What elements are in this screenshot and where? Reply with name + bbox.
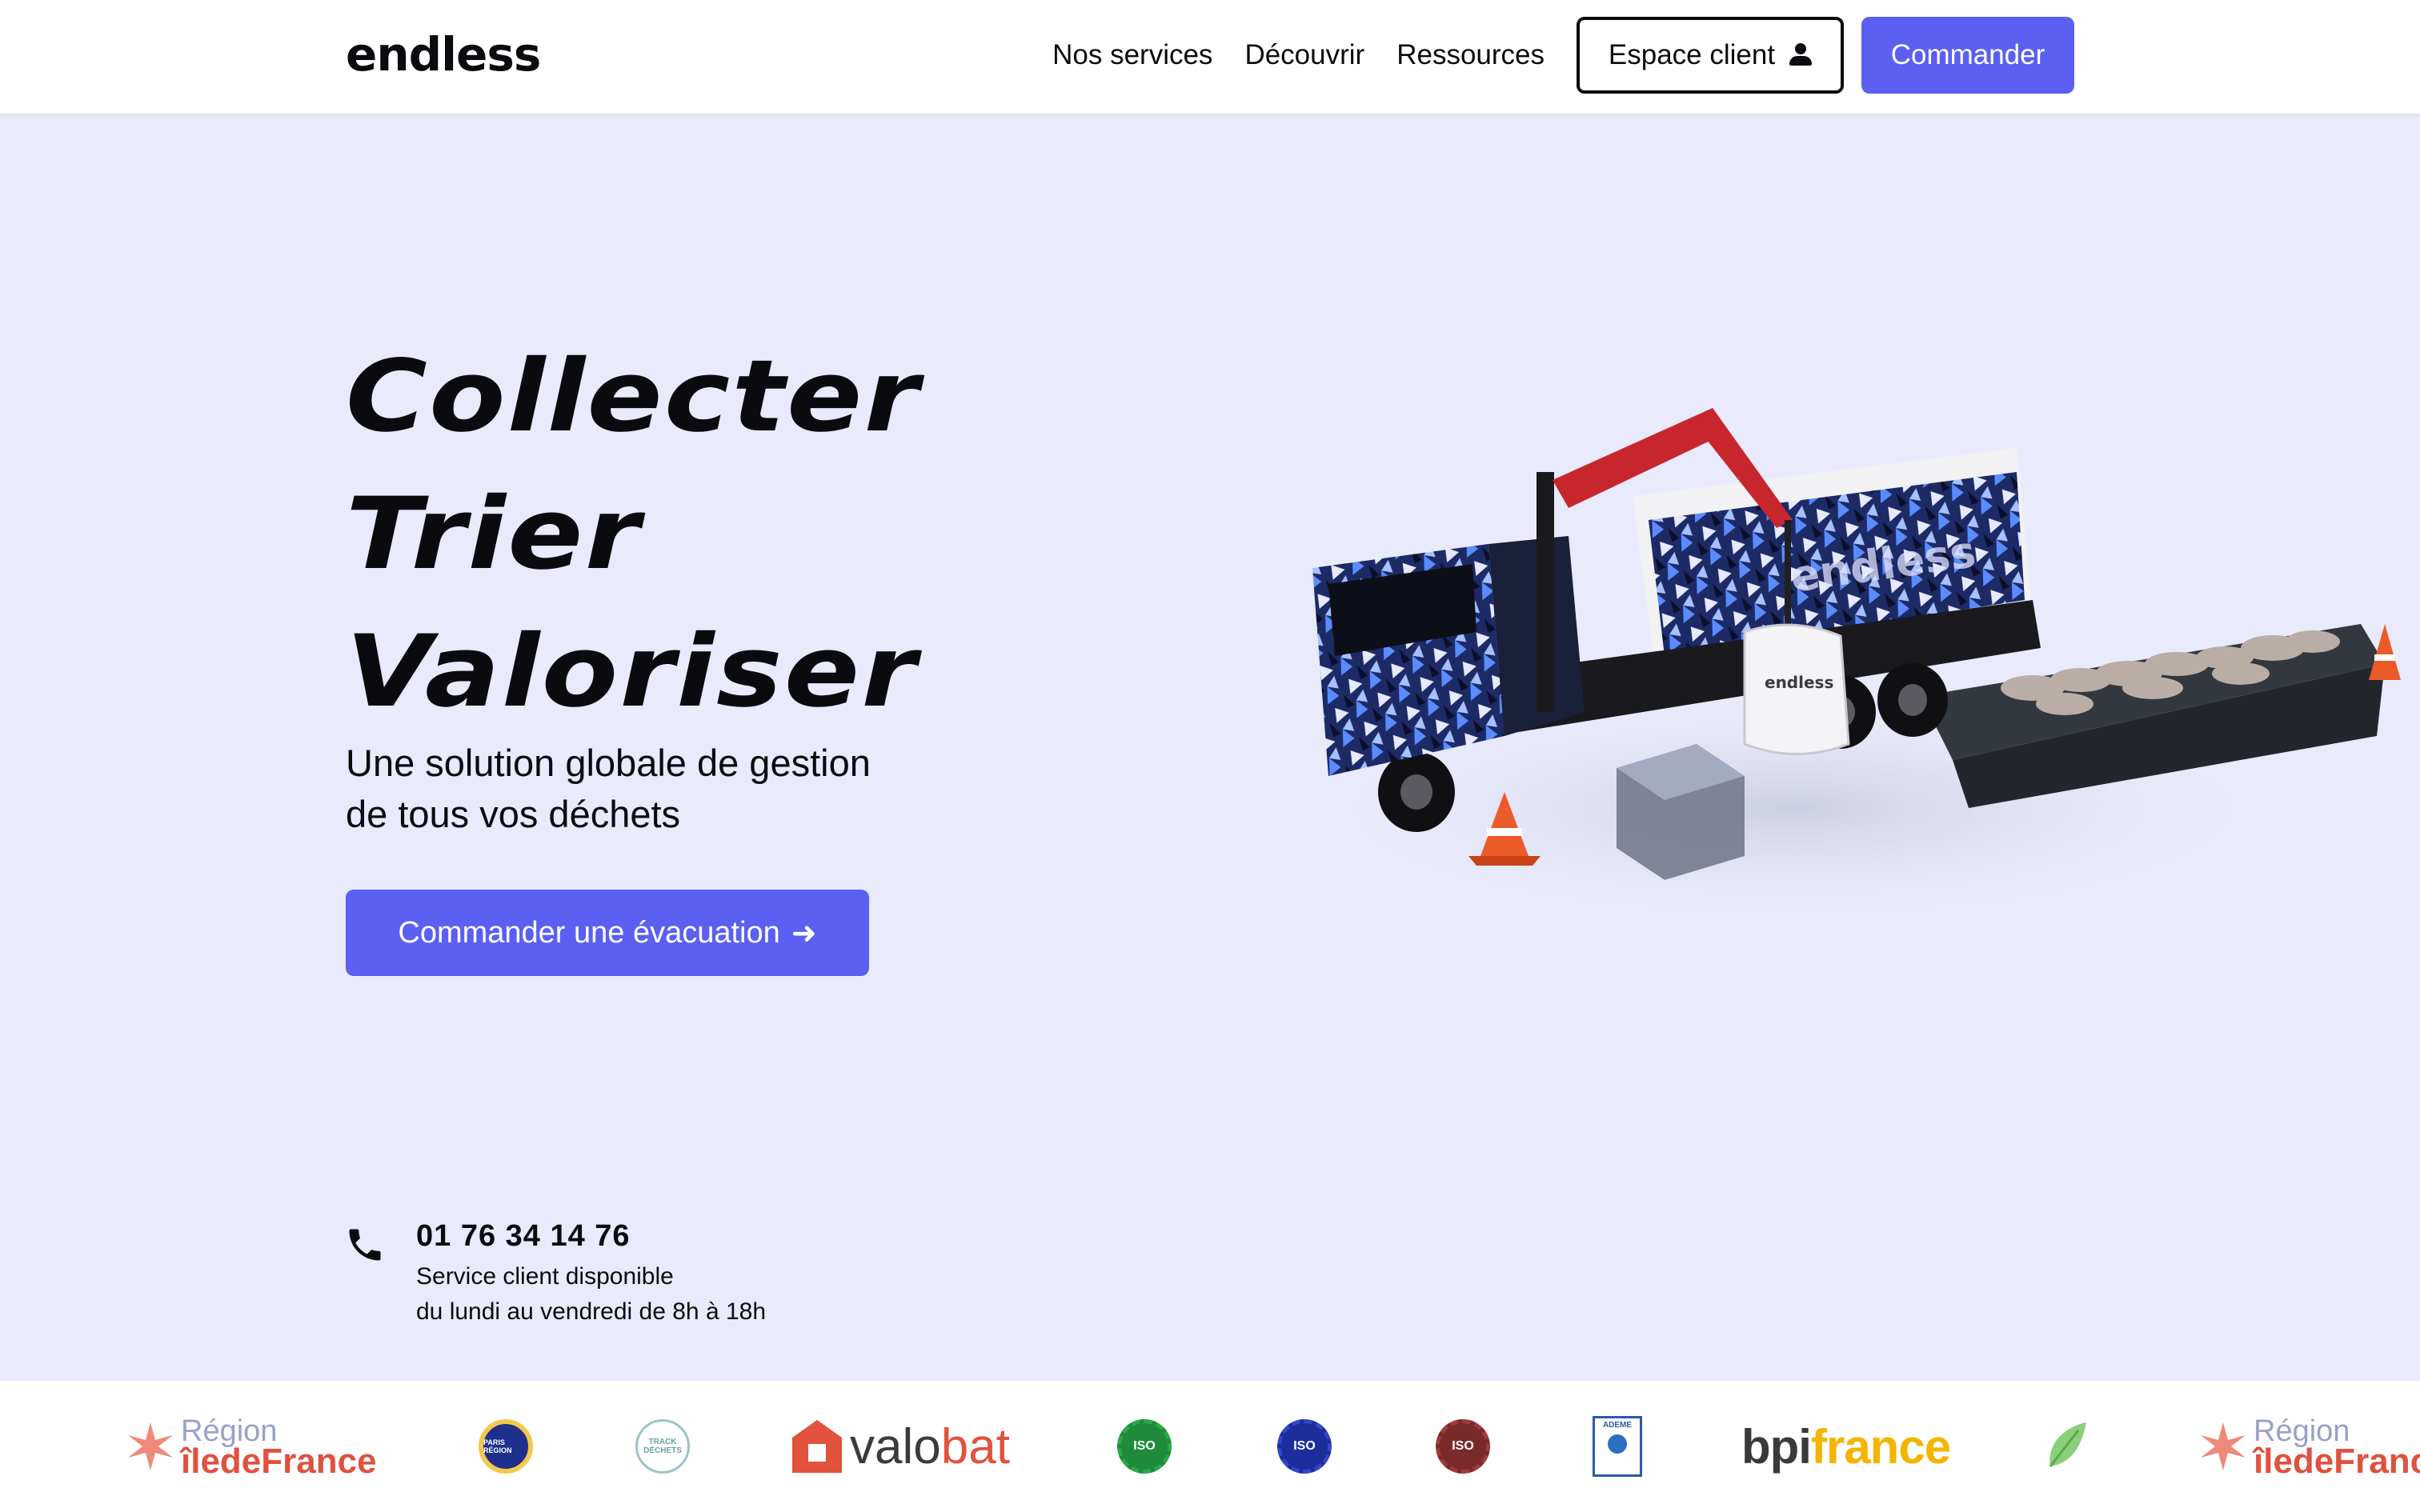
nav-decouvrir[interactable]: Découvrir	[1244, 16, 1364, 94]
endless-logo[interactable]: endless	[346, 27, 541, 82]
valobat-house-icon	[792, 1420, 842, 1473]
truck-illustration: endless endless	[1232, 360, 2401, 1016]
arrow-right-icon: ➜	[791, 916, 817, 950]
hero-subtitle-line2: de tous vos déchets	[346, 793, 681, 835]
region-idf-line2: îledeFrance	[181, 1442, 377, 1481]
track-dechets-badge: TRACK DÉCHETS	[635, 1419, 690, 1474]
partner-region-idf-repeat: Région îledeFrance	[2199, 1381, 2420, 1512]
hero-title-line-valoriser: Valoriser	[346, 614, 919, 730]
region-star-icon	[2201, 1422, 2246, 1470]
nav-nos-services[interactable]: Nos services	[1052, 16, 1212, 94]
partner-iso-red: ISO	[1436, 1381, 1490, 1512]
region-star-icon	[128, 1422, 173, 1470]
phone-icon	[349, 1229, 381, 1261]
iso-environnement-badge: ISO	[1117, 1419, 1172, 1474]
ademe-label: ADEME	[1602, 1421, 1633, 1430]
bpi-text-1: bpi	[1741, 1419, 1812, 1474]
valobat-text-2: bat	[940, 1418, 1010, 1474]
main-nav: Nos services Découvrir Ressources Espace…	[1052, 16, 2074, 94]
service-hours-line2: du lundi au vendredi de 8h à 18h	[416, 1298, 767, 1325]
iso-qualite-badge: ISO	[1277, 1419, 1332, 1474]
service-hours: Service client disponible du lundi au ve…	[416, 1259, 766, 1330]
ademe-globe-icon	[1608, 1434, 1627, 1454]
bpi-text-2: france	[1810, 1419, 1951, 1474]
phone-number[interactable]: 01 76 34 14 76	[416, 1219, 631, 1254]
partner-track-dechets: TRACK DÉCHETS	[635, 1381, 690, 1512]
hero-title-line-collecter: Collecter	[346, 339, 921, 454]
partners-strip: Région îledeFrance PARIS RÉGION TRACK DÉ…	[0, 1381, 2420, 1512]
truck-svg: endless endless	[1296, 408, 2401, 928]
user-icon	[1789, 43, 1813, 67]
paris-region-badge: PARIS RÉGION	[479, 1419, 533, 1474]
partner-green-leaf	[2042, 1381, 2090, 1512]
partner-valobat: valo bat	[792, 1381, 1010, 1512]
site-header: endless Nos services Découvrir Ressource…	[0, 0, 2420, 114]
hero-title-line-trier: Trier	[346, 477, 642, 592]
partner-ademe: ADEME	[1593, 1381, 1642, 1512]
partner-iso-green: ISO	[1117, 1381, 1172, 1512]
bag-brand-text: endless	[1765, 673, 1833, 692]
partner-bpifrance: bpifrance	[1741, 1381, 1951, 1512]
espace-client-button[interactable]: Espace client	[1577, 17, 1844, 94]
cta-label: Commander une évacuation	[398, 915, 780, 950]
hero-subtitle-line1: Une solution globale de gestion	[346, 742, 871, 784]
iso-securite-badge: ISO	[1436, 1419, 1490, 1474]
partner-region-idf: Région îledeFrance	[126, 1381, 377, 1512]
commander-button[interactable]: Commander	[1861, 17, 2074, 94]
partner-paris-region: PARIS RÉGION	[479, 1381, 533, 1512]
espace-client-label: Espace client	[1608, 39, 1776, 70]
green-leaf-icon	[2049, 1422, 2086, 1467]
commander-evacuation-button[interactable]: Commander une évacuation ➜	[346, 890, 869, 976]
hero-subtitle: Une solution globale de gestion de tous …	[346, 738, 986, 840]
region-idf-line2: îledeFrance	[2254, 1442, 2420, 1481]
nav-ressources[interactable]: Ressources	[1396, 16, 1545, 94]
service-hours-line1: Service client disponible	[416, 1263, 674, 1290]
partner-iso-blue: ISO	[1277, 1381, 1332, 1512]
valobat-text-1: valo	[850, 1418, 941, 1474]
region-idf-logo: Région îledeFrance	[126, 1416, 377, 1481]
hero-title: Collecter Trier Valoriser	[346, 328, 919, 741]
